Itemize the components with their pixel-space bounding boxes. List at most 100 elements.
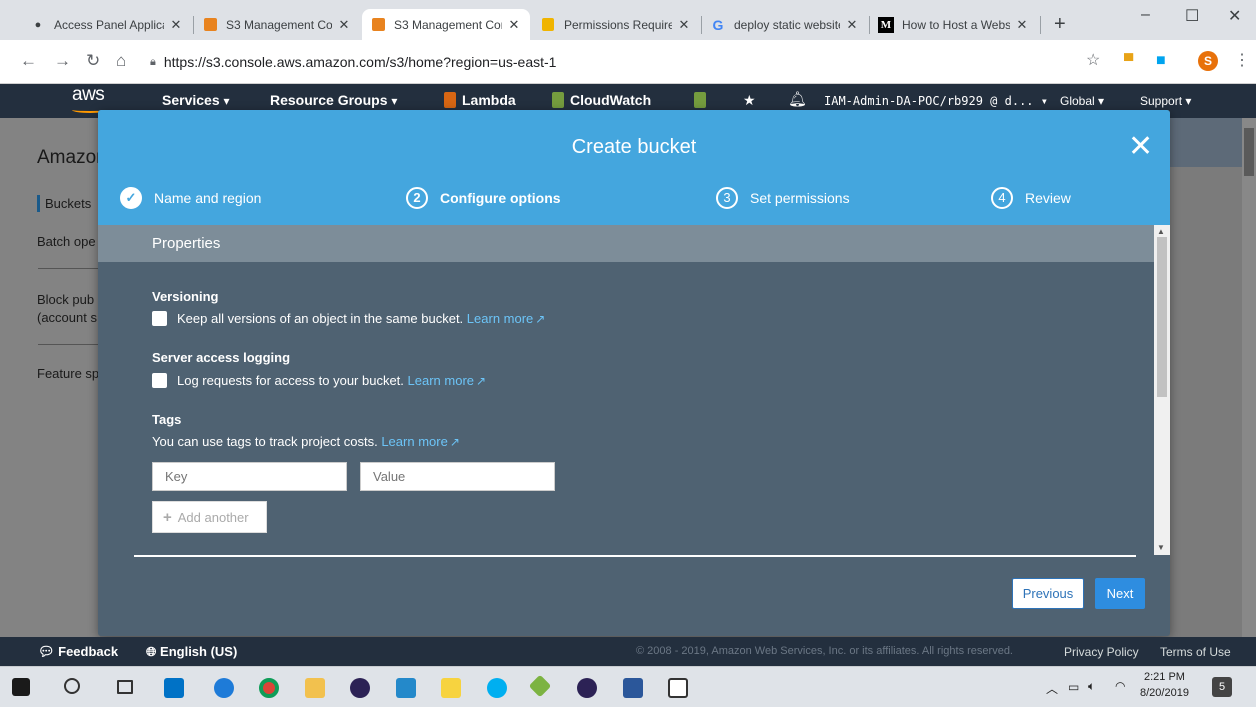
browser-tab-active[interactable]: S3 Management Con ✕ — [362, 9, 530, 40]
browser-tab[interactable]: S3 Management Con ✕ — [194, 9, 360, 40]
logging-learn-more-link[interactable]: Learn more — [408, 373, 474, 388]
versioning-learn-more-link[interactable]: Learn more — [467, 311, 533, 326]
back-icon[interactable]: ← — [20, 51, 37, 71]
scroll-down-icon[interactable]: ▼ — [1157, 543, 1165, 552]
region-menu[interactable]: Global ▾ — [1060, 94, 1104, 108]
step-name-and-region[interactable]: ✓ Name and region — [120, 187, 261, 209]
eclipse-icon[interactable] — [350, 678, 370, 698]
pin-icon[interactable]: ★ — [743, 92, 756, 109]
tag-value-input[interactable] — [360, 462, 555, 491]
modal-header: Create bucket ✕ ✓ Name and region 2 Conf… — [98, 110, 1170, 225]
sourcetree-icon[interactable] — [528, 674, 552, 698]
outlook-icon[interactable] — [164, 678, 184, 698]
wifi-icon[interactable]: ◠ — [1115, 679, 1125, 693]
home-icon[interactable]: ⌂ — [116, 51, 126, 71]
versioning-checkbox[interactable] — [152, 311, 167, 326]
close-tab-icon[interactable]: ✕ — [336, 17, 352, 33]
feedback-link[interactable]: 💬︎ Feedback — [38, 644, 118, 660]
close-tab-icon[interactable]: ✕ — [506, 17, 522, 33]
privacy-policy-link[interactable]: Privacy Policy — [1064, 645, 1139, 659]
close-tab-icon[interactable]: ✕ — [844, 17, 860, 33]
bookmark-star-icon[interactable]: ☆ — [1086, 51, 1100, 71]
page-scrollbar[interactable] — [1242, 118, 1256, 637]
sidebar-active-indicator — [37, 195, 40, 212]
close-tab-icon[interactable]: ✕ — [676, 17, 692, 33]
sidebar-item-account: (account s — [37, 310, 97, 325]
edge-icon[interactable] — [214, 678, 234, 698]
cloudwatch-shortcut[interactable]: CloudWatch — [552, 92, 651, 108]
clock-time[interactable]: 2:21 PM — [1144, 671, 1185, 683]
maximize-icon[interactable]: ☐ — [1185, 6, 1199, 26]
word-icon[interactable] — [623, 678, 643, 698]
sidebar-item-buckets: Buckets — [45, 196, 92, 211]
aws-logo[interactable]: aws — [72, 84, 105, 106]
scrollbar-thumb[interactable] — [1157, 237, 1167, 397]
step-set-permissions[interactable]: 3 Set permissions — [716, 187, 850, 209]
file-explorer-icon[interactable] — [305, 678, 325, 698]
browser-tab[interactable]: Permissions Require ✕ — [532, 9, 700, 40]
notification-bell-icon[interactable]: 🔔︎ — [788, 90, 807, 108]
aws-cube-icon — [370, 17, 386, 33]
vscode-icon[interactable] — [396, 678, 416, 698]
close-tab-icon[interactable]: ✕ — [168, 17, 184, 33]
language-selector[interactable]: 🌐︎ English (US) — [146, 644, 237, 660]
next-button[interactable]: Next — [1095, 578, 1145, 609]
resource-groups-menu[interactable]: Resource Groups ▾ — [270, 92, 397, 108]
close-window-icon[interactable]: ✕ — [1228, 6, 1241, 26]
skype-icon[interactable] — [487, 678, 507, 698]
add-another-tag-button[interactable]: + Add another — [152, 501, 267, 533]
minimize-icon[interactable]: – — [1141, 6, 1150, 24]
tab-separator — [1040, 16, 1041, 34]
address-bar[interactable]: 🔒︎ https://s3.console.aws.amazon.com/s3/… — [150, 49, 1070, 75]
clock-date[interactable]: 8/20/2019 — [1140, 687, 1189, 699]
close-icon[interactable]: ✕ — [1128, 132, 1153, 162]
tray-chevron-icon[interactable]: ︿ — [1046, 680, 1058, 697]
new-tab-button[interactable]: + — [1054, 14, 1066, 34]
sidebar-brand: Amazon — [37, 147, 107, 168]
browser-tab[interactable]: M How to Host a Webs ✕ — [870, 9, 1038, 40]
browser-tab-strip: ● Access Panel Applica ✕ S3 Management C… — [0, 0, 1256, 40]
step-review[interactable]: 4 Review — [991, 187, 1071, 209]
close-tab-icon[interactable]: ✕ — [1014, 17, 1030, 33]
tags-learn-more-link[interactable]: Learn more — [381, 434, 447, 449]
scroll-up-icon[interactable]: ▲ — [1157, 227, 1165, 236]
eclipse-icon[interactable] — [577, 678, 597, 698]
chrome-icon[interactable] — [259, 678, 279, 698]
google-icon: G — [712, 16, 724, 33]
services-menu[interactable]: Services ▾ — [162, 92, 230, 108]
notification-center-icon[interactable]: 5 — [1212, 677, 1232, 697]
volume-icon[interactable]: 🔈︎ — [1088, 679, 1095, 694]
speech-bubble-icon: 💬︎ — [38, 644, 55, 659]
tags-heading: Tags — [152, 412, 182, 427]
profile-avatar[interactable]: S — [1198, 51, 1218, 71]
battery-icon[interactable]: ▭ — [1068, 680, 1079, 694]
logging-row: Log requests for access to your bucket. … — [152, 373, 486, 388]
step-configure-options[interactable]: 2 Configure options — [406, 187, 561, 209]
modal-scrollbar[interactable]: ▲ ▼ — [1154, 225, 1170, 555]
search-icon[interactable] — [64, 678, 80, 694]
menu-icon[interactable]: ⋮ — [1234, 51, 1250, 71]
tag-key-input[interactable] — [152, 462, 347, 491]
windows-taskbar: ︿ ▭ 🔈︎ ◠ 2:21 PM 8/20/2019 5 — [0, 666, 1256, 707]
reload-icon[interactable]: ↻ — [86, 51, 100, 71]
previous-button[interactable]: Previous — [1012, 578, 1084, 609]
task-view-icon[interactable] — [117, 680, 133, 694]
tags-description: You can use tags to track project costs.… — [152, 434, 460, 449]
terms-of-use-link[interactable]: Terms of Use — [1160, 645, 1231, 659]
forward-icon[interactable]: → — [54, 51, 71, 71]
logging-heading: Server access logging — [152, 350, 291, 365]
photos-icon[interactable] — [668, 678, 688, 698]
logging-checkbox[interactable] — [152, 373, 167, 388]
windows-start-icon[interactable] — [12, 678, 30, 696]
extension-icon[interactable]: ▀ — [1124, 51, 1133, 71]
sticky-notes-icon[interactable] — [441, 678, 461, 698]
external-link-icon: ↗ — [449, 435, 460, 449]
browser-tab[interactable]: ● Access Panel Applica ✕ — [22, 9, 192, 40]
globe-icon: ● — [34, 18, 42, 31]
browser-tab[interactable]: G deploy static website ✕ — [702, 9, 868, 40]
pinned-service-icon[interactable] — [694, 92, 712, 108]
account-menu[interactable]: IAM-Admin-DA-POC/rb929 @ d... ▾ — [824, 94, 1048, 108]
windows-extension-icon[interactable]: ■ — [1156, 51, 1166, 71]
support-menu[interactable]: Support ▾ — [1140, 94, 1191, 108]
lambda-shortcut[interactable]: Lambda — [444, 92, 516, 108]
